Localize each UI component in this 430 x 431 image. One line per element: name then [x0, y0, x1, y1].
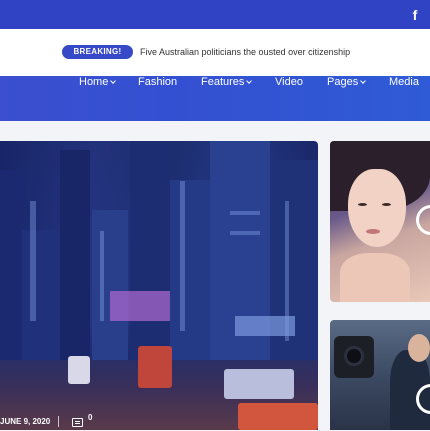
- chevron-down-icon: [246, 78, 253, 84]
- nav-item-features[interactable]: Features: [201, 76, 253, 121]
- car: [238, 403, 318, 430]
- facebook-icon[interactable]: f: [409, 7, 421, 23]
- window-lights: [230, 231, 260, 235]
- eye: [358, 203, 367, 206]
- nav-item-label: Pages: [327, 76, 359, 88]
- nav-item-video[interactable]: Video: [275, 76, 303, 121]
- hand: [340, 253, 410, 302]
- breaking-headline-link[interactable]: Five Australian politicians the ousted o…: [140, 45, 350, 59]
- window-lights: [30, 201, 36, 321]
- chevron-down-icon: [110, 78, 117, 84]
- comment-count[interactable]: 0: [88, 413, 92, 431]
- nav-item-fashion[interactable]: Fashion: [138, 76, 177, 121]
- nav-item-label: Fashion: [138, 76, 178, 88]
- nav-item-media[interactable]: Media: [389, 76, 419, 121]
- post-date: JUNE 9, 2020: [0, 417, 51, 426]
- window-lights: [230, 211, 260, 215]
- meta-divider: [58, 416, 59, 427]
- nav-item-pages[interactable]: Pages: [327, 76, 367, 121]
- billboard: [110, 291, 170, 321]
- main-nav: Home Fashion Features Video Pages Media: [0, 76, 430, 121]
- eye: [382, 203, 391, 206]
- side-post-image-2[interactable]: [330, 320, 430, 430]
- breaking-badge: BREAKING!: [62, 45, 133, 59]
- nav-item-label: Home: [79, 76, 109, 88]
- side-post-image-1[interactable]: [330, 141, 430, 302]
- comment-icon[interactable]: [72, 418, 83, 427]
- camera-lens: [344, 346, 364, 366]
- bus: [138, 346, 172, 388]
- car: [68, 356, 90, 384]
- billboard: [235, 316, 295, 336]
- person-head: [408, 334, 430, 362]
- window-lights: [180, 181, 185, 331]
- lips: [366, 229, 380, 234]
- nav-item-label: Features: [201, 76, 245, 88]
- chevron-down-icon: [360, 78, 367, 84]
- face: [348, 169, 406, 247]
- featured-post-image[interactable]: [0, 141, 318, 430]
- nav-item-label: Video: [275, 76, 303, 88]
- car: [224, 369, 294, 399]
- nav-item-label: Media: [389, 76, 419, 88]
- top-bar: [0, 0, 430, 29]
- nav-item-home[interactable]: Home: [79, 76, 117, 121]
- window-lights: [100, 231, 104, 321]
